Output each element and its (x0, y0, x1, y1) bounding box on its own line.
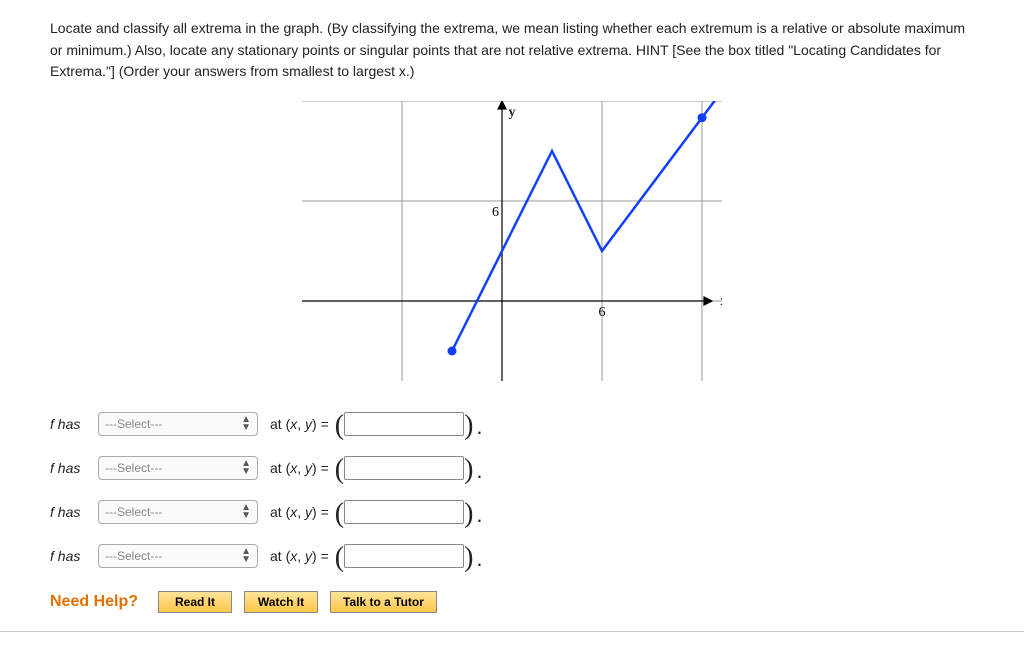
at-xy-label: at (x, y) = (270, 548, 329, 564)
xy-input-3[interactable] (344, 500, 464, 524)
fhas-label: f has (50, 416, 90, 432)
at-xy-label: at (x, y) = (270, 504, 329, 520)
instructions-text: Locate and classify all extrema in the g… (50, 18, 974, 83)
classification-select-4[interactable]: ---Select--- ▲▼ (98, 544, 258, 568)
period: . (476, 502, 482, 528)
classification-select-2[interactable]: ---Select--- ▲▼ (98, 456, 258, 480)
open-paren: ( (335, 460, 344, 480)
x-tick-label: 6 (599, 305, 606, 320)
at-xy-label: at (x, y) = (270, 460, 329, 476)
instructions-content: Locate and classify all extrema in the g… (50, 20, 965, 79)
y-tick-label: 6 (492, 205, 499, 220)
select-placeholder: ---Select--- (105, 505, 162, 519)
x-axis-label: x (720, 294, 722, 309)
period: . (476, 414, 482, 440)
graph-svg: 6 6 x (302, 101, 722, 381)
graph-wrap: 6 6 x (50, 101, 974, 381)
select-placeholder: ---Select--- (105, 549, 162, 563)
help-row: Need Help? Read It Watch It Talk to a Tu… (50, 591, 974, 613)
need-help-label: Need Help? (50, 593, 138, 611)
chevron-updown-icon: ▲▼ (241, 460, 251, 476)
open-paren: ( (335, 548, 344, 568)
answer-row-2: f has ---Select--- ▲▼ at (x, y) = ( ) . (50, 451, 974, 485)
xy-input-1[interactable] (344, 412, 464, 436)
fhas-label: f has (50, 504, 90, 520)
classification-select-3[interactable]: ---Select--- ▲▼ (98, 500, 258, 524)
open-paren: ( (335, 504, 344, 524)
close-paren: ) (464, 416, 473, 436)
talk-to-tutor-button[interactable]: Talk to a Tutor (330, 591, 437, 613)
close-paren: ) (464, 504, 473, 524)
classification-select-1[interactable]: ---Select--- ▲▼ (98, 412, 258, 436)
read-it-button[interactable]: Read It (158, 591, 232, 613)
chevron-updown-icon: ▲▼ (241, 416, 251, 432)
watch-it-button[interactable]: Watch It (244, 591, 318, 613)
xy-input-4[interactable] (344, 544, 464, 568)
close-paren: ) (464, 548, 473, 568)
select-placeholder: ---Select--- (105, 417, 162, 431)
open-paren: ( (335, 416, 344, 436)
select-placeholder: ---Select--- (105, 461, 162, 475)
answer-row-4: f has ---Select--- ▲▼ at (x, y) = ( ) . (50, 539, 974, 573)
period: . (476, 458, 482, 484)
chevron-updown-icon: ▲▼ (241, 548, 251, 564)
function-curve (452, 101, 722, 351)
answer-row-3: f has ---Select--- ▲▼ at (x, y) = ( ) . (50, 495, 974, 529)
fhas-label: f has (50, 548, 90, 564)
y-axis-label-overlay: y (50, 105, 974, 121)
fhas-label: f has (50, 460, 90, 476)
xy-input-2[interactable] (344, 456, 464, 480)
problem-container: Locate and classify all extrema in the g… (0, 0, 1024, 632)
endpoint-left (448, 347, 457, 356)
period: . (476, 546, 482, 572)
gridlines (302, 101, 722, 381)
answer-row-1: f has ---Select--- ▲▼ at (x, y) = ( ) . (50, 407, 974, 441)
endpoint-right (698, 113, 707, 122)
at-xy-label: at (x, y) = (270, 416, 329, 432)
close-paren: ) (464, 460, 473, 480)
chevron-updown-icon: ▲▼ (241, 504, 251, 520)
